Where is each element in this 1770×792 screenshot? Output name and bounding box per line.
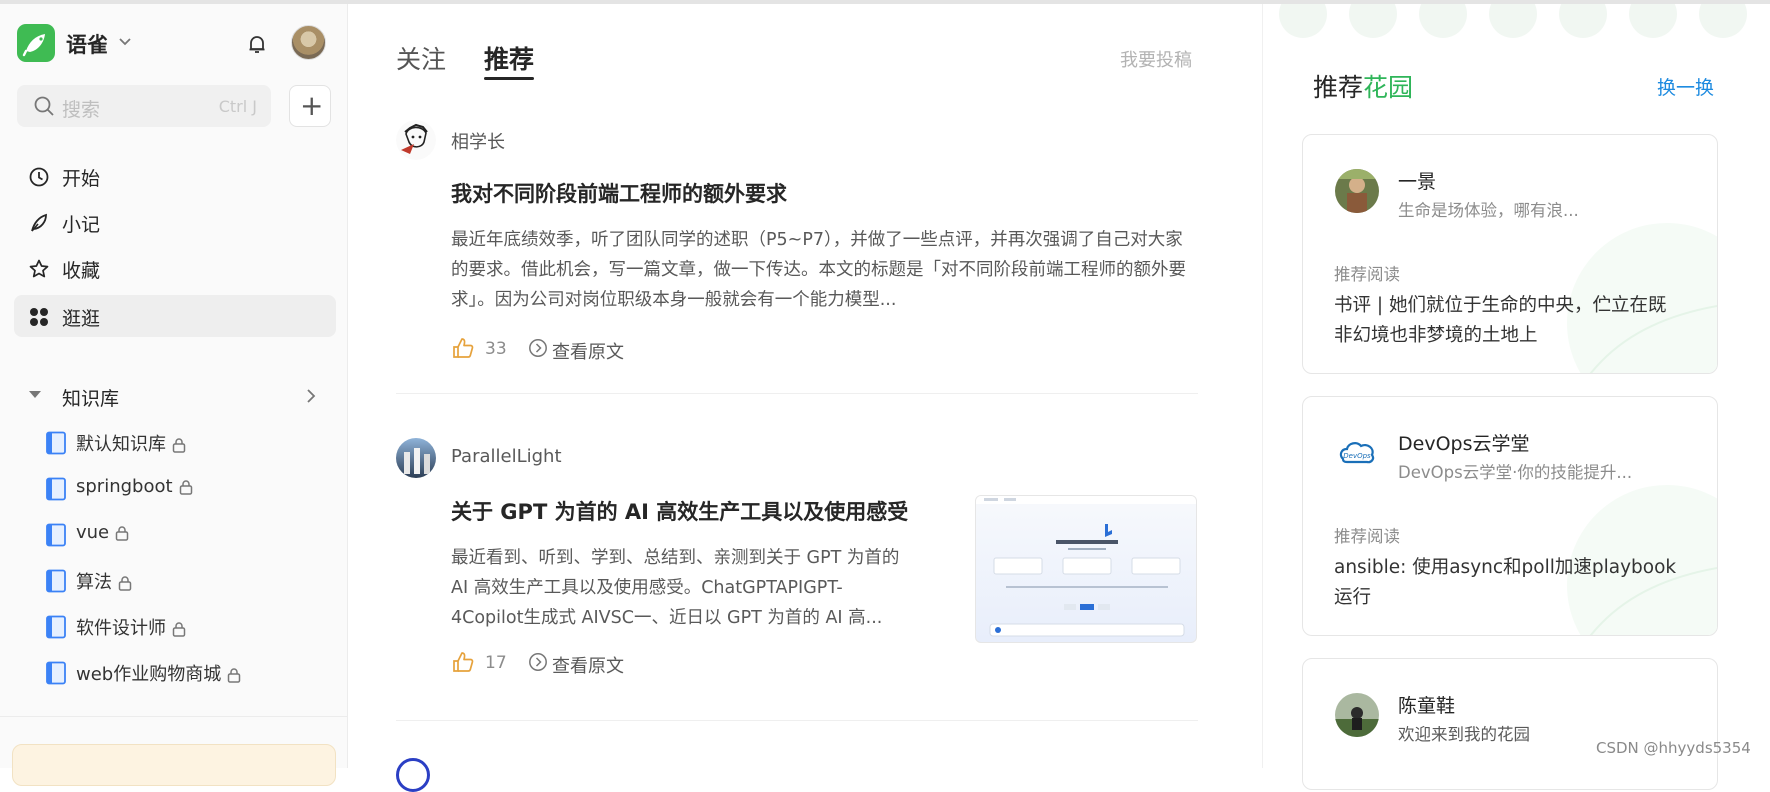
search-placeholder: 搜索	[62, 99, 101, 121]
garden-avatar[interactable]: DevOps	[1335, 431, 1379, 475]
clock-icon	[29, 167, 49, 187]
nav-label: 逛逛	[62, 308, 101, 330]
post-thumbnail[interactable]	[975, 495, 1197, 643]
garden-card[interactable]: DevOps DevOps云学堂 DevOps云学堂·你的技能提升... 推荐阅…	[1302, 396, 1718, 636]
user-avatar[interactable]	[291, 25, 326, 60]
yuque-logo-icon[interactable]	[17, 24, 55, 62]
garden-name[interactable]: 一景	[1398, 167, 1436, 194]
garden-avatar[interactable]	[1335, 169, 1379, 213]
thumbs-up-icon[interactable]	[451, 650, 475, 674]
lock-icon	[179, 480, 192, 495]
bell-icon[interactable]	[246, 33, 268, 55]
author-name[interactable]: ParallelLight	[451, 446, 562, 467]
like-count: 33	[485, 339, 507, 359]
tab-follow[interactable]: 关注	[396, 40, 446, 76]
nav-item-favorites[interactable]: 收藏	[14, 247, 336, 289]
garden-name[interactable]: DevOps云学堂	[1398, 429, 1529, 456]
recommended-reading-title[interactable]: 书评 | 她们就位于生命的中央，伫立在既非幻境也非梦境的土地上	[1334, 291, 1684, 351]
promo-banner[interactable]	[12, 744, 336, 786]
caret-down-icon	[29, 391, 41, 398]
book-icon	[46, 615, 66, 639]
view-original-link[interactable]: 查看原文	[552, 652, 624, 678]
nav-item-notes[interactable]: 小记	[14, 201, 336, 243]
add-button[interactable]: +	[289, 85, 331, 127]
chevron-right-icon[interactable]	[306, 388, 316, 404]
book-icon	[46, 431, 66, 455]
tab-recommend[interactable]: 推荐	[484, 40, 534, 76]
garden-name[interactable]: 陈童鞋	[1398, 691, 1455, 718]
knowledge-base-name: vue	[76, 522, 110, 543]
plus-icon: +	[300, 89, 324, 122]
brand-name[interactable]: 语雀	[66, 29, 108, 59]
garden-description: 欢迎来到我的花园	[1398, 725, 1530, 744]
post-excerpt: 最近看到、听到、学到、总结到、亲测到关于 GPT 为首的 AI 高效生产工具以及…	[451, 548, 900, 628]
feed-divider	[396, 393, 1198, 394]
nav-label: 收藏	[62, 260, 101, 282]
post-excerpt: 最近年底绩效季，听了团队同学的述职（P5~P7），并做了一些点评，并再次强调了自…	[451, 230, 1186, 310]
garden-description: DevOps云学堂·你的技能提升...	[1398, 463, 1633, 482]
star-icon	[29, 259, 49, 278]
book-icon	[46, 569, 66, 593]
post-title[interactable]: 我对不同阶段前端工程师的额外要求	[451, 178, 787, 208]
title-prefix: 推荐	[1313, 73, 1364, 102]
garden-avatar[interactable]	[1335, 693, 1379, 737]
recommend-gardens-title: 推荐花园	[1313, 68, 1413, 104]
feather-icon	[31, 213, 47, 232]
arrow-circle-icon	[529, 653, 547, 671]
nav-item-start[interactable]: 开始	[14, 155, 336, 197]
search-icon	[34, 96, 54, 116]
book-icon	[46, 523, 66, 547]
svg-text:DevOps: DevOps	[1343, 452, 1371, 460]
feed-divider	[396, 720, 1198, 721]
search-shortcut: Ctrl J	[218, 97, 257, 116]
view-original-link[interactable]: 查看原文	[552, 338, 624, 364]
watermark: CSDN @hhyyds5354	[1596, 739, 1751, 757]
book-icon	[46, 661, 66, 685]
decorative-pattern	[1263, 4, 1770, 44]
title-accent: 花园	[1363, 73, 1414, 102]
recommended-reading-label: 推荐阅读	[1334, 265, 1400, 284]
like-count: 17	[485, 653, 507, 673]
knowledge-base-name: 软件设计师	[76, 618, 166, 639]
recommended-reading-label: 推荐阅读	[1334, 527, 1400, 546]
submit-post-link[interactable]: 我要投稿	[1120, 46, 1192, 72]
post-title[interactable]: 关于 GPT 为首的 AI 高效生产工具以及使用感受	[451, 496, 908, 526]
nav-label: 开始	[62, 168, 101, 190]
author-avatar[interactable]	[396, 758, 430, 792]
knowledge-base-name: springboot	[76, 476, 173, 497]
search-input[interactable]: 搜索 Ctrl J	[17, 85, 271, 127]
lock-icon	[118, 576, 132, 591]
sidebar-divider	[0, 716, 347, 717]
author-name[interactable]: 相学长	[451, 128, 505, 154]
author-avatar[interactable]	[396, 120, 436, 160]
garden-card[interactable]: 陈童鞋 欢迎来到我的花园	[1302, 658, 1718, 790]
nav-label: 小记	[62, 214, 101, 236]
garden-description: 生命是场体验，哪有浪...	[1398, 201, 1579, 220]
refresh-button[interactable]: 换一换	[1657, 73, 1714, 100]
apps-icon	[30, 308, 48, 326]
lock-icon	[227, 668, 241, 683]
sidebar: 语雀 搜索 Ctrl J + 开始 小记 收藏 逛逛 知识库 默认知识库 spr…	[0, 4, 348, 786]
author-avatar[interactable]	[396, 438, 436, 478]
garden-card[interactable]: 一景 生命是场体验，哪有浪... 推荐阅读 书评 | 她们就位于生命的中央，伫立…	[1302, 134, 1718, 374]
feed-post: ParallelLight 关于 GPT 为首的 AI 高效生产工具以及使用感受…	[396, 438, 1198, 688]
thumbs-up-icon[interactable]	[451, 336, 475, 360]
nav-item-explore[interactable]: 逛逛	[14, 295, 336, 337]
knowledge-base-header[interactable]: 知识库	[14, 376, 336, 416]
lock-icon	[172, 622, 186, 637]
lock-icon	[172, 438, 186, 453]
column-divider	[1262, 4, 1263, 768]
active-tab-indicator	[484, 77, 534, 80]
knowledge-base-name: 默认知识库	[76, 434, 166, 455]
recommended-reading-title[interactable]: ansible: 使用async和poll加速playbook运行	[1334, 553, 1684, 613]
chevron-down-icon[interactable]	[118, 37, 132, 47]
knowledge-base-name: 算法	[76, 572, 112, 593]
book-icon	[46, 477, 66, 501]
knowledge-base-name: web作业购物商城	[76, 664, 222, 685]
knowledge-base-title: 知识库	[62, 388, 120, 410]
arrow-circle-icon	[529, 339, 547, 357]
feed-post: 相学长 我对不同阶段前端工程师的额外要求 最近年底绩效季，听了团队同学的述职（P…	[396, 120, 1198, 363]
lock-icon	[115, 526, 129, 541]
